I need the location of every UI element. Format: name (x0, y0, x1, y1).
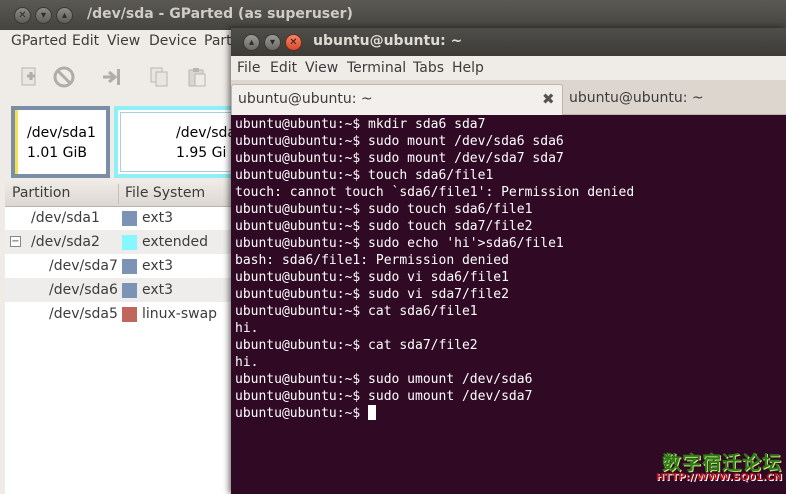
terminal-line: ubuntu@ubuntu:~$ sudo touch sda7/file2 (235, 219, 533, 234)
watermark-url: HTTP://WWW.SQ01.CN (655, 472, 782, 483)
maximize-icon[interactable]: ▴ (243, 34, 260, 51)
menu-help[interactable]: Help (452, 60, 484, 76)
tab-label: ubuntu@ubuntu: ~ (569, 90, 704, 106)
filesystem-cell: ext3 (142, 210, 174, 226)
terminal-output: ubuntu@ubuntu:~$ mkdir sda6 sda7 ubuntu@… (235, 116, 634, 422)
close-icon[interactable]: ✕ (285, 34, 302, 51)
watermark-text: 数字宿迁论坛 (661, 452, 782, 474)
partition-cell: /dev/sda2 (31, 234, 100, 250)
tab-label: ubuntu@ubuntu: ~ (238, 91, 373, 107)
minimize-icon[interactable]: ▾ (264, 34, 281, 51)
partition-cell: /dev/sda1 (31, 210, 100, 226)
filesystem-cell: ext3 (142, 282, 174, 298)
terminal-line: bash: sda6/file1: Permission denied (235, 253, 509, 268)
resize-icon[interactable] (101, 66, 123, 88)
terminal-line: hi. (235, 355, 259, 370)
partition-name: /dev/sda (176, 125, 236, 141)
table-row[interactable]: /dev/sda1 ext3 (5, 206, 245, 230)
menu-file[interactable]: File (237, 60, 260, 76)
menu-view[interactable]: View (107, 33, 140, 49)
terminal-line: ubuntu@ubuntu:~$ cat sda7/file2 (235, 338, 478, 353)
close-icon[interactable]: ✕ (14, 7, 31, 24)
usage-bar (15, 110, 18, 174)
terminal-window-title: ubuntu@ubuntu: ~ (313, 33, 463, 49)
disk-map: /dev/sda1 1.01 GiB /dev/sda 1.95 Gi (5, 103, 254, 179)
minimize-icon[interactable]: ▾ (35, 7, 52, 24)
partition-table-header: Partition File System (5, 181, 245, 207)
column-filesystem[interactable]: File System (125, 185, 205, 201)
filesystem-cell: ext3 (142, 258, 174, 274)
menu-tabs[interactable]: Tabs (413, 60, 444, 76)
text-cursor (368, 405, 377, 420)
menu-edit[interactable]: Edit (72, 33, 99, 49)
paste-icon[interactable] (186, 66, 208, 88)
menu-edit[interactable]: Edit (270, 60, 297, 76)
terminal-line: ubuntu@ubuntu:~$ sudo echo 'hi'>sda6/fil… (235, 236, 564, 251)
terminal-line: ubuntu@ubuntu:~$ sudo touch sda6/file1 (235, 202, 533, 217)
menu-terminal[interactable]: Terminal (347, 60, 406, 76)
maximize-icon[interactable]: ▴ (56, 7, 73, 24)
table-row[interactable]: /dev/sda6 ext3 (5, 278, 245, 302)
terminal-line: ubuntu@ubuntu:~$ sudo vi sda7/file2 (235, 287, 509, 302)
partition-cell: /dev/sda7 (49, 258, 118, 274)
partition-cell: /dev/sda5 (49, 306, 118, 322)
copy-icon[interactable] (148, 66, 170, 88)
table-row[interactable]: /dev/sda5 linux-swap (5, 302, 245, 326)
menu-device[interactable]: Device (149, 33, 197, 49)
new-icon[interactable] (18, 66, 40, 88)
gparted-window-title: /dev/sda - GParted (as superuser) (87, 6, 353, 22)
filesystem-cell: linux-swap (142, 306, 218, 322)
filesystem-cell: extended (142, 234, 209, 250)
terminal-line: hi. (235, 321, 259, 336)
partition-name: /dev/sda1 (27, 125, 96, 141)
terminal-tabbar: ubuntu@ubuntu: ~ ✖ ubuntu@ubuntu: ~ (231, 80, 786, 115)
terminal-line: ubuntu@ubuntu:~$ sudo mount /dev/sda6 sd… (235, 134, 564, 149)
terminal-window: ▴ ▾ ✕ ubuntu@ubuntu: ~ File Edit View Te… (231, 28, 786, 494)
fs-color-swatch (122, 259, 137, 274)
partition-size: 1.01 GiB (27, 145, 87, 161)
fs-color-swatch (122, 211, 137, 226)
terminal-menubar: File Edit View Terminal Tabs Help (231, 56, 786, 80)
terminal-window-controls: ▴ ▾ ✕ (243, 34, 302, 51)
partition-cell: /dev/sda6 (49, 282, 118, 298)
gparted-window-controls: ✕ ▾ ▴ (14, 7, 73, 24)
column-partition[interactable]: Partition (12, 185, 70, 201)
terminal-line: ubuntu@ubuntu:~$ sudo mount /dev/sda7 sd… (235, 151, 564, 166)
terminal-titlebar: ▴ ▾ ✕ ubuntu@ubuntu: ~ (231, 28, 786, 56)
table-row[interactable]: /dev/sda7 ext3 (5, 254, 245, 278)
table-row[interactable]: − /dev/sda2 extended (5, 230, 245, 254)
terminal-line: touch: cannot touch `sda6/file1': Permis… (235, 185, 635, 200)
terminal-line: ubuntu@ubuntu:~$ cat sda6/file1 (235, 304, 478, 319)
terminal-line: ubuntu@ubuntu:~$ sudo vi sda6/file1 (235, 270, 509, 285)
watermark: 数字宿迁论坛 HTTP://WWW.SQ01.CN (648, 448, 784, 490)
menu-gparted[interactable]: GParted (11, 33, 67, 49)
collapse-icon[interactable]: − (10, 236, 21, 247)
partition-size: 1.95 Gi (176, 145, 227, 161)
terminal-line: ubuntu@ubuntu:~$ sudo umount /dev/sda6 (235, 372, 533, 387)
tab-1[interactable]: ubuntu@ubuntu: ~ ✖ (231, 84, 563, 115)
tab-2[interactable]: ubuntu@ubuntu: ~ (564, 84, 786, 115)
terminal-prompt-line: ubuntu@ubuntu:~$ (235, 405, 634, 422)
menu-view[interactable]: View (305, 60, 338, 76)
terminal-prompt: ubuntu@ubuntu:~$ (235, 406, 369, 421)
terminal-screen[interactable]: ubuntu@ubuntu:~$ mkdir sda6 sda7 ubuntu@… (231, 115, 786, 494)
fs-color-swatch (122, 307, 137, 322)
partition-table: Partition File System /dev/sda1 ext3 − /… (5, 181, 245, 494)
disk-map-sda1[interactable]: /dev/sda1 1.01 GiB (11, 106, 110, 178)
fs-color-swatch (122, 283, 137, 298)
fs-color-swatch (122, 235, 137, 250)
terminal-line: ubuntu@ubuntu:~$ mkdir sda6 sda7 (235, 117, 486, 132)
close-tab-icon[interactable]: ✖ (542, 90, 555, 108)
gparted-titlebar: ✕ ▾ ▴ /dev/sda - GParted (as superuser) (0, 0, 786, 30)
terminal-line: ubuntu@ubuntu:~$ sudo umount /dev/sda7 (235, 389, 533, 404)
terminal-line: ubuntu@ubuntu:~$ touch sda6/file1 (235, 168, 494, 183)
delete-icon[interactable] (53, 66, 75, 88)
